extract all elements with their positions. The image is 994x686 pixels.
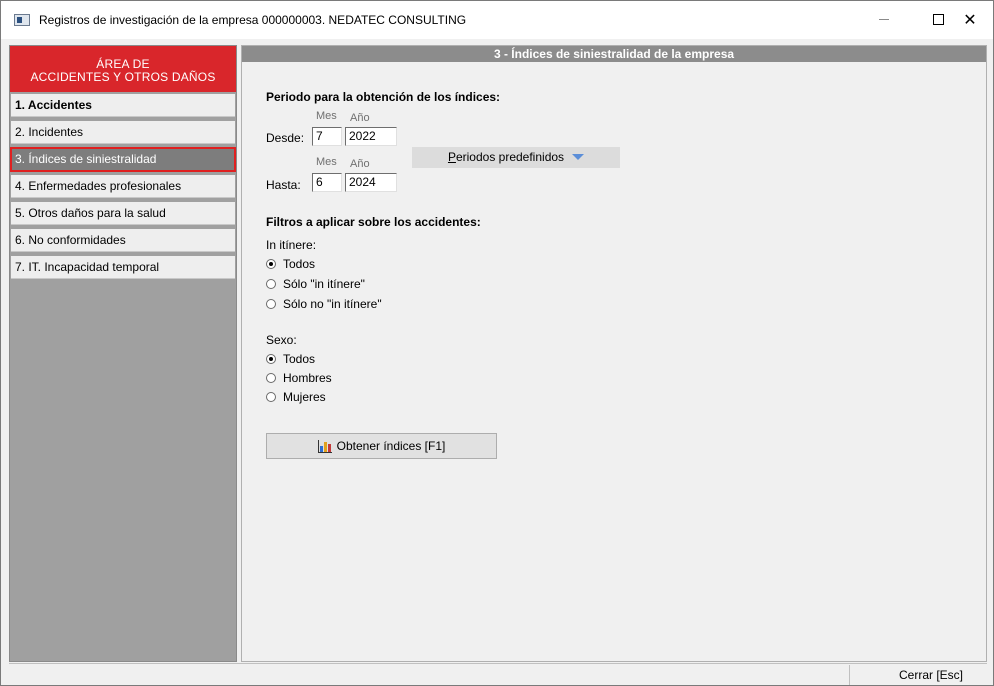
sidebar-item-no-conformidades[interactable]: 6. No conformidades: [11, 229, 235, 252]
radio-itinere-solo-no-circle[interactable]: [266, 299, 276, 309]
radio-sexo-hombres-circle[interactable]: [266, 373, 276, 383]
to-month-input[interactable]: 6: [312, 173, 342, 192]
minimize-icon: [879, 18, 889, 20]
period-section-title: Periodo para la obtención de los índices…: [266, 90, 501, 104]
from-year-caption: Año: [350, 112, 370, 124]
sidebar-item-incidentes[interactable]: 2. Incidentes: [11, 121, 235, 144]
radio-sexo-mujeres-circle[interactable]: [266, 392, 276, 402]
main-panel: 3 - Índices de siniestralidad de la empr…: [241, 45, 987, 662]
radio-itinere-todos-label: Todos: [283, 257, 316, 271]
predefined-periods-label: eriodos predefinidos: [455, 150, 565, 164]
predefined-periods-hotkey: P: [447, 150, 456, 164]
to-label: Hasta:: [266, 178, 301, 192]
to-year-caption: Año: [350, 158, 370, 170]
obtain-indices-button[interactable]: Obtener índices [F1]: [266, 433, 497, 459]
app-icon: [14, 14, 30, 26]
status-bar: Cerrar [Esc]: [9, 663, 987, 685]
from-month-caption: Mes: [316, 110, 337, 122]
predefined-periods-button[interactable]: Periodos predefinidos: [412, 147, 620, 168]
sidebar-item-enfermedades-profesionales[interactable]: 4. Enfermedades profesionales: [11, 175, 235, 198]
sidebar: ÁREA DE ACCIDENTES Y OTROS DAÑOS 1. Acci…: [9, 45, 237, 662]
radio-itinere-todos[interactable]: Todos: [266, 256, 315, 272]
panel-title: 3 - Índices de siniestralidad de la empr…: [242, 46, 986, 62]
minimize-button[interactable]: [861, 1, 907, 37]
filters-section-title: Filtros a aplicar sobre los accidentes:: [266, 215, 481, 229]
from-month-input[interactable]: 7: [312, 127, 342, 146]
close-button[interactable]: Cerrar [Esc]: [849, 665, 987, 685]
to-month-caption: Mes: [316, 156, 337, 168]
to-year-input[interactable]: 2024: [345, 173, 397, 192]
in-itinere-label: In itínere:: [266, 238, 317, 252]
radio-sexo-todos-circle[interactable]: [266, 354, 276, 364]
radio-itinere-solo-no[interactable]: Sólo no "in itínere": [266, 296, 382, 312]
sidebar-item-indices-siniestralidad[interactable]: 3. Índices de siniestralidad: [10, 147, 236, 172]
sidebar-item-otros-danos[interactable]: 5. Otros daños para la salud: [11, 202, 235, 225]
radio-itinere-solo-no-label: Sólo no "in itínere": [283, 297, 382, 311]
from-label: Desde:: [266, 131, 305, 145]
window-title: Registros de investigación de la empresa…: [39, 13, 467, 27]
bar-chart-icon: [317, 439, 332, 453]
maximize-icon: [932, 13, 944, 25]
sex-label: Sexo:: [266, 333, 297, 347]
obtain-indices-label: Obtener índices [F1]: [336, 439, 446, 453]
radio-itinere-solo[interactable]: Sólo "in itínere": [266, 276, 365, 292]
close-icon: ✕: [963, 9, 977, 29]
app-window: Registros de investigación de la empresa…: [0, 0, 994, 686]
sidebar-item-accidentes[interactable]: 1. Accidentes: [11, 94, 235, 117]
dropdown-arrow-icon: [572, 154, 585, 160]
radio-itinere-solo-circle[interactable]: [266, 279, 276, 289]
area-header: ÁREA DE ACCIDENTES Y OTROS DAÑOS: [10, 46, 236, 92]
sidebar-item-incapacidad-temporal[interactable]: 7. IT. Incapacidad temporal: [11, 256, 235, 279]
radio-sexo-hombres-label: Hombres: [283, 371, 332, 385]
area-header-line2: ACCIDENTES Y OTROS DAÑOS: [30, 70, 216, 84]
close-window-button[interactable]: ✕: [947, 1, 993, 37]
radio-sexo-mujeres[interactable]: Mujeres: [266, 389, 326, 405]
radio-itinere-solo-label: Sólo "in itínere": [283, 277, 365, 291]
radio-sexo-mujeres-label: Mujeres: [283, 390, 326, 404]
radio-itinere-todos-circle[interactable]: [266, 259, 276, 269]
title-bar: Registros de investigación de la empresa…: [1, 1, 993, 39]
radio-sexo-hombres[interactable]: Hombres: [266, 370, 332, 386]
radio-sexo-todos-label: Todos: [283, 352, 316, 366]
radio-sexo-todos[interactable]: Todos: [266, 351, 315, 367]
from-year-input[interactable]: 2022: [345, 127, 397, 146]
